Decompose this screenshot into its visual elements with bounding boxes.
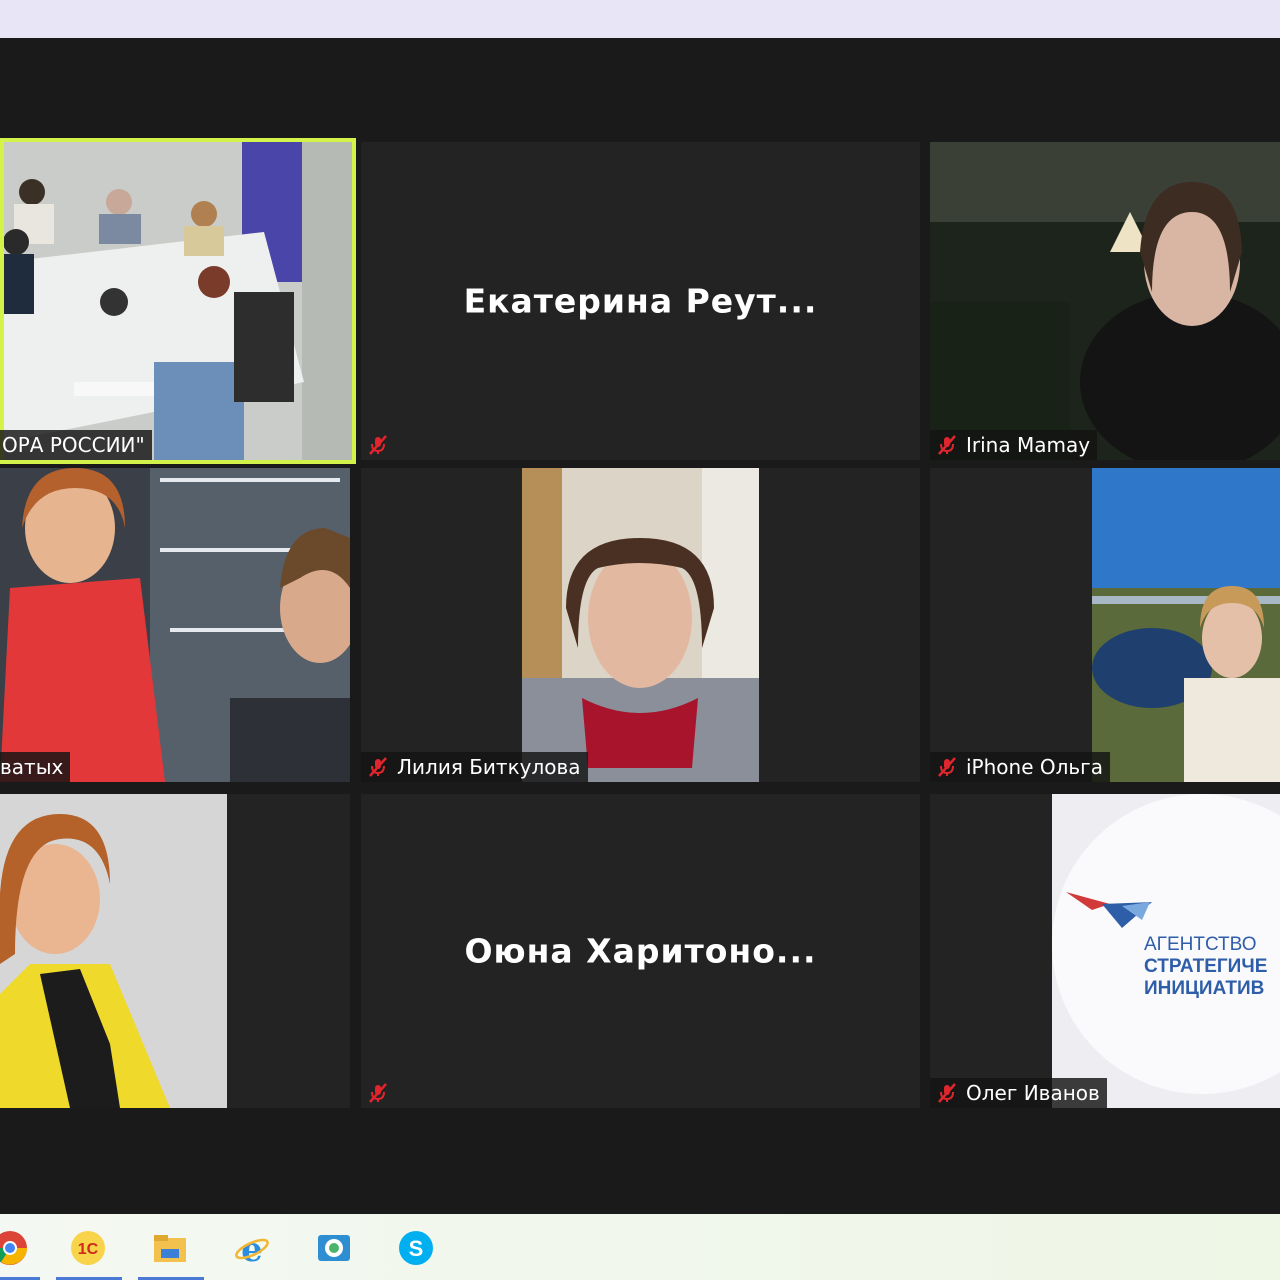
participant-video xyxy=(1092,468,1280,782)
window-title-bar xyxy=(0,0,1280,38)
participant-tile-irina[interactable]: Irina Mamay xyxy=(930,142,1280,460)
muted-mic-icon xyxy=(936,434,958,456)
photo-viewer-icon[interactable] xyxy=(314,1228,354,1268)
participant-name-tag: Irina Mamay xyxy=(930,430,1098,460)
participant-tile-speaker-pair[interactable]: ватых xyxy=(0,468,350,782)
svg-text:e: e xyxy=(241,1230,263,1267)
chrome-icon[interactable] xyxy=(0,1228,30,1268)
1c-icon[interactable]: 1С xyxy=(68,1228,108,1268)
participant-name-tag: Лилия Биткулова xyxy=(361,752,588,782)
participant-tile-oyuna[interactable]: Оюна Харитоно... xyxy=(361,794,920,1108)
windows-taskbar: 1С e S xyxy=(0,1214,1280,1280)
participant-tile-yellow-woman[interactable] xyxy=(0,794,350,1108)
skype-icon[interactable]: S xyxy=(396,1228,436,1268)
participant-name: Олег Иванов xyxy=(966,1081,1100,1105)
muted-mic-icon xyxy=(367,434,389,456)
participant-video xyxy=(930,142,1280,460)
participant-tile-room[interactable]: ОРА РОССИИ" xyxy=(0,138,356,464)
participant-name: ватых xyxy=(0,755,64,779)
participant-tile-ekaterina[interactable]: Екатерина Реут... xyxy=(361,142,920,460)
participant-name-tag: ОРА РОССИИ" xyxy=(0,430,152,460)
participant-video: АГЕНТСТВО СТРАТЕГИЧЕ ИНИЦИАТИВ xyxy=(1052,794,1280,1108)
participant-display-name: Оюна Харитоно... xyxy=(464,931,817,971)
participant-name-tag: ватых xyxy=(0,752,71,782)
participant-video xyxy=(4,142,352,460)
participant-tile-olga[interactable]: iPhone Ольга xyxy=(930,468,1280,782)
muted-mic-icon xyxy=(936,1082,958,1104)
participant-tile-oleg[interactable]: АГЕНТСТВО СТРАТЕГИЧЕ ИНИЦИАТИВ Олег Иван… xyxy=(930,794,1280,1108)
participant-video xyxy=(0,468,350,782)
participant-name: Irina Mamay xyxy=(966,433,1091,457)
participant-name-tag: iPhone Ольга xyxy=(930,752,1110,782)
svg-text:S: S xyxy=(409,1236,424,1261)
participant-video xyxy=(0,794,227,1108)
virtual-background-logo-text: АГЕНТСТВО СТРАТЕГИЧЕ ИНИЦИАТИВ xyxy=(1144,934,1268,999)
participant-name-tag: Олег Иванов xyxy=(930,1078,1107,1108)
participant-name: Лилия Биткулова xyxy=(397,755,581,779)
participant-video xyxy=(522,468,759,782)
muted-mic-icon xyxy=(936,756,958,778)
participant-display-name: Екатерина Реут... xyxy=(463,281,818,321)
participant-name: iPhone Ольга xyxy=(966,755,1103,779)
muted-mic-icon xyxy=(367,756,389,778)
file-explorer-icon[interactable] xyxy=(150,1228,190,1268)
muted-mic-icon xyxy=(367,1082,389,1104)
internet-explorer-icon[interactable]: e xyxy=(232,1228,272,1268)
participant-name: ОРА РОССИИ" xyxy=(2,433,145,457)
1c-icon-label: 1С xyxy=(78,1241,99,1258)
participant-tile-liliya[interactable]: Лилия Биткулова xyxy=(361,468,920,782)
gallery-view: ОРА РОССИИ" Екатерина Реут... Irina Mama… xyxy=(0,38,1280,1214)
